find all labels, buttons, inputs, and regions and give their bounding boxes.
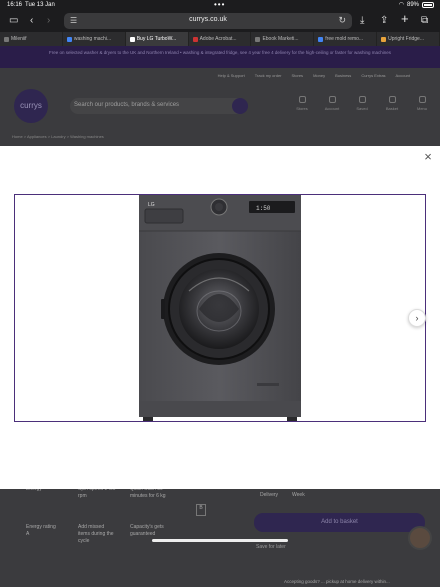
back-icon[interactable]: ‹ bbox=[30, 14, 33, 28]
favicon-icon bbox=[4, 37, 9, 42]
top-nav-item[interactable]: Currys Extras bbox=[361, 73, 385, 78]
status-bar: 16:16 Tue 13 Jan ••• ◠ 89% bbox=[0, 0, 440, 10]
browser-tab-6[interactable]: free mold remo... bbox=[314, 32, 378, 46]
breadcrumb[interactable]: Home > Appliances > Laundry > Washing ma… bbox=[12, 134, 104, 139]
delivery-label: Delivery bbox=[260, 492, 279, 498]
heart-icon bbox=[358, 96, 366, 103]
browser-tab-4[interactable]: Adobe Acrobat... bbox=[189, 32, 252, 46]
close-icon[interactable]: × bbox=[421, 150, 435, 164]
spec-text: Energy rating A bbox=[26, 524, 56, 537]
top-nav-item[interactable]: Track my order bbox=[255, 73, 282, 78]
stores-button[interactable]: Stores bbox=[292, 96, 312, 111]
browser-toolbar: ▭ ‹ › ☰ currys.co.uk ↻ ⤓ ⇪ + ⧉ bbox=[0, 10, 440, 32]
promo-banner: Free on selected washer & dryers to the … bbox=[0, 46, 440, 68]
download-icon[interactable]: ⤓ bbox=[360, 14, 364, 28]
tabs-overview-icon[interactable]: ⧉ bbox=[421, 14, 428, 28]
status-date: Tue 13 Jan bbox=[25, 2, 55, 8]
tab-bar: Mileniif washing machi... Buy LG TurboW.… bbox=[0, 32, 440, 46]
lg-logo: LG bbox=[148, 202, 155, 208]
favicon-icon bbox=[192, 37, 198, 42]
energy-badge: B bbox=[196, 504, 206, 516]
top-nav-item[interactable]: Money bbox=[313, 73, 325, 78]
browser-tab-5[interactable]: Ebook Marketi... bbox=[251, 32, 315, 46]
display-readout: 1:50 bbox=[256, 205, 271, 212]
spec-text: Add missed items during the cycle bbox=[78, 524, 114, 544]
url-text: currys.co.uk bbox=[189, 16, 227, 23]
share-icon[interactable]: ⇪ bbox=[380, 14, 388, 28]
delivery-week: Week bbox=[292, 492, 305, 498]
browser-tab-7[interactable]: Upright Fridge... bbox=[377, 32, 440, 46]
home-indicator bbox=[152, 539, 288, 542]
menu-button[interactable]: Menu bbox=[412, 96, 432, 111]
image-gallery-modal: × LG 1:50 › bbox=[0, 146, 440, 489]
status-time: 16:16 bbox=[7, 2, 23, 8]
reload-icon[interactable]: ↻ bbox=[338, 15, 346, 26]
add-to-basket-button[interactable]: Add to basket bbox=[254, 513, 425, 532]
battery-percent: 89% bbox=[406, 1, 419, 8]
google-icon bbox=[66, 37, 72, 42]
address-bar[interactable]: ☰ currys.co.uk ↻ bbox=[64, 13, 352, 29]
save-for-later-link[interactable]: Save for later bbox=[256, 544, 286, 550]
top-nav-item[interactable]: Stores bbox=[292, 73, 304, 78]
saved-button[interactable]: Saved bbox=[352, 96, 372, 111]
forward-icon[interactable]: › bbox=[47, 14, 50, 28]
sidebar-icon[interactable]: ▭ bbox=[9, 14, 18, 28]
user-icon bbox=[328, 96, 336, 103]
washing-machine-image: LG 1:50 bbox=[139, 195, 301, 421]
header-actions: Stores Account Saved Basket Menu bbox=[292, 96, 432, 111]
chat-assistant-avatar[interactable] bbox=[408, 526, 432, 550]
multitasking-dots[interactable]: ••• bbox=[214, 0, 225, 9]
google-icon bbox=[318, 37, 324, 42]
browser-tab-3[interactable]: Buy LG TurboW... bbox=[125, 32, 189, 46]
favicon-icon bbox=[129, 37, 135, 42]
battery-icon bbox=[422, 1, 434, 8]
spec-text: Capacity's gets guaranteed bbox=[130, 524, 164, 537]
favicon-icon bbox=[381, 37, 387, 42]
currys-logo[interactable]: currys bbox=[14, 89, 48, 123]
browser-tab-1[interactable]: Mileniif bbox=[0, 32, 63, 46]
wifi-icon: ◠ bbox=[398, 2, 404, 8]
top-nav-item[interactable]: Business bbox=[335, 73, 351, 78]
top-nav-item[interactable]: Help & Support bbox=[218, 73, 245, 78]
account-button[interactable]: Account bbox=[322, 96, 342, 111]
new-tab-icon[interactable]: + bbox=[401, 12, 409, 26]
product-details-area: Energy Spin speed 1400 rpm Quick wash 39… bbox=[0, 486, 440, 587]
basket-button[interactable]: Basket bbox=[382, 96, 402, 111]
menu-icon bbox=[418, 96, 426, 103]
footer-note: Accepting goods? ... pickup at home deli… bbox=[284, 579, 390, 584]
top-nav-item[interactable]: Account bbox=[396, 73, 410, 78]
top-nav: Help & Support Track my order Stores Mon… bbox=[218, 73, 410, 78]
next-image-button[interactable]: › bbox=[408, 309, 426, 327]
favicon-icon bbox=[255, 37, 261, 42]
search-button[interactable] bbox=[232, 98, 248, 114]
search-input[interactable]: Search our products, brands & services bbox=[70, 98, 248, 114]
store-icon bbox=[298, 96, 306, 103]
browser-tab-2[interactable]: washing machi... bbox=[63, 32, 126, 46]
basket-icon bbox=[388, 96, 396, 103]
chevron-right-icon: › bbox=[415, 313, 419, 323]
